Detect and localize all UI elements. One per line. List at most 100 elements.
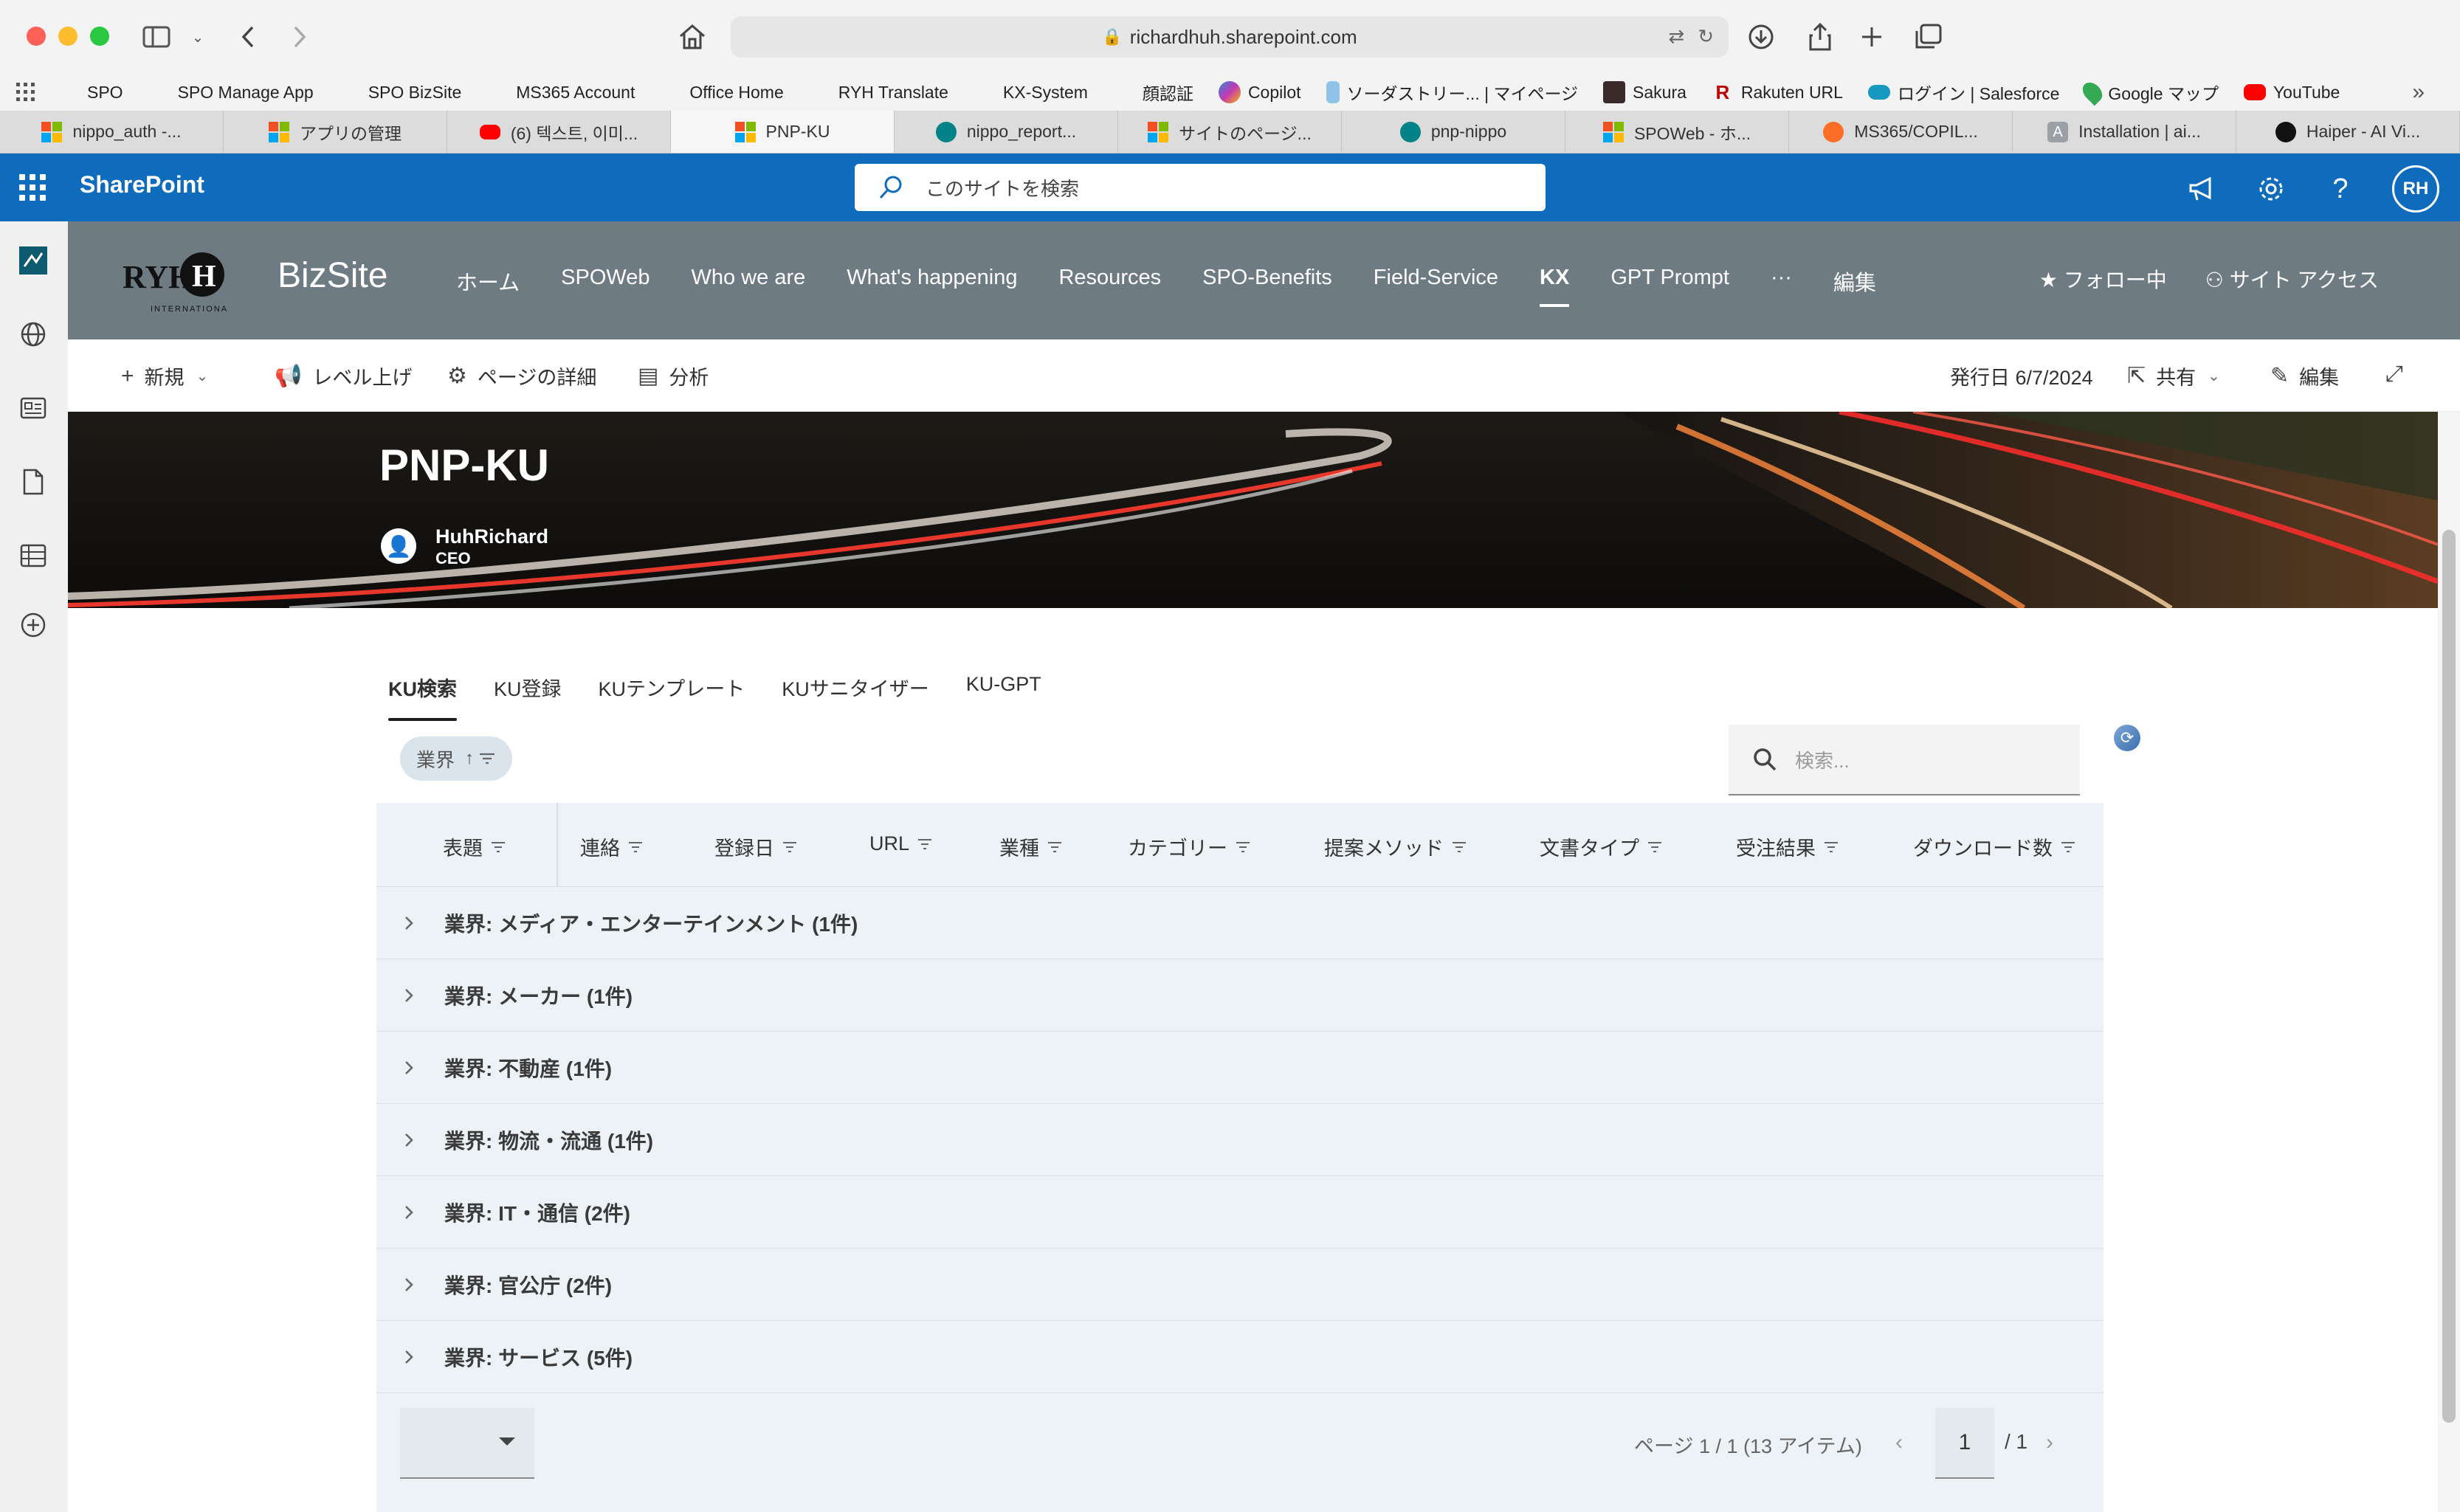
column-header-category[interactable]: カテゴリー <box>1128 832 1251 861</box>
back-arrow-icon[interactable] <box>232 21 264 53</box>
globe-icon[interactable] <box>16 317 50 351</box>
bookmark-item[interactable]: ログイン | Salesforce <box>1867 80 2059 105</box>
megaphone-icon[interactable] <box>2184 171 2219 207</box>
share-button[interactable]: ⇱ 共有 ⌄ <box>2127 362 2220 390</box>
chevron-right-icon[interactable] <box>400 914 418 932</box>
follow-button[interactable]: ★ フォロー中 <box>2039 264 2167 294</box>
site-logo[interactable]: RYH H INTERNATIONAL <box>123 242 232 317</box>
news-icon[interactable] <box>16 391 50 425</box>
browser-tab[interactable]: A Installation | ai... <box>2013 111 2236 153</box>
column-header-url[interactable]: URL <box>869 832 933 855</box>
tab-overview-icon[interactable] <box>1912 21 1944 53</box>
nav-more-button[interactable]: ··· <box>1771 266 1792 297</box>
nav-item-whats-happening[interactable]: What's happening <box>847 266 1017 297</box>
nav-edit-link[interactable]: 編集 <box>1833 266 1876 297</box>
browser-tab[interactable]: アプリの管理 <box>224 111 447 153</box>
nav-item-who-we-are[interactable]: Who we are <box>692 266 806 297</box>
group-row[interactable]: 業界: IT・通信 (2件) <box>376 1176 2104 1249</box>
group-row[interactable]: 業界: 官公庁 (2件) <box>376 1249 2104 1321</box>
tab-ku-search[interactable]: KU検索 <box>388 673 457 721</box>
browser-tab[interactable]: Haiper - AI Vi... <box>2236 111 2460 153</box>
bookmark-item[interactable]: ソーダストリー... | マイページ <box>1326 80 1578 105</box>
browser-tab[interactable]: pnp-nippo <box>1342 111 1565 153</box>
site-name[interactable]: BizSite <box>278 255 387 296</box>
edit-button[interactable]: ✎ 編集 <box>2270 362 2339 390</box>
chevron-right-icon[interactable] <box>400 1276 418 1294</box>
address-bar[interactable]: 🔒 richardhuh.sharepoint.com ⇄ ↻ <box>731 16 1729 58</box>
tab-ku-gpt[interactable]: KU-GPT <box>966 673 1041 721</box>
sidebar-toggle-icon[interactable] <box>140 21 173 53</box>
column-header-industry-type[interactable]: 業種 <box>999 832 1063 861</box>
new-tab-icon[interactable] <box>1856 21 1888 53</box>
next-page-icon[interactable]: › <box>2046 1430 2053 1455</box>
page-size-dropdown[interactable] <box>400 1408 534 1479</box>
group-row[interactable]: 業界: 不動産 (1件) <box>376 1032 2104 1104</box>
list-search-input[interactable]: 検索... <box>1729 725 2080 795</box>
apps-grid-icon[interactable] <box>16 83 35 102</box>
add-circle-icon[interactable] <box>16 608 50 642</box>
column-header-document-type[interactable]: 文書タイプ <box>1540 832 1663 861</box>
column-header-registered-date[interactable]: 登録日 <box>714 832 798 861</box>
browser-tab[interactable]: サイトのページ... <box>1118 111 1342 153</box>
browser-tab[interactable]: SPOWeb - ホ... <box>1565 111 1789 153</box>
column-header-contact[interactable]: 連絡 <box>580 832 644 861</box>
app-name[interactable]: SharePoint <box>80 171 204 199</box>
group-row[interactable]: 業界: 物流・流通 (1件) <box>376 1104 2104 1176</box>
more-bookmarks-icon[interactable]: » <box>2412 80 2425 105</box>
bookmark-item[interactable]: R Rakuten URL <box>1712 81 1843 103</box>
chevron-right-icon[interactable] <box>400 1059 418 1077</box>
chevron-right-icon[interactable] <box>400 1348 418 1366</box>
group-row[interactable]: 業界: メディア・エンターテインメント (1件) <box>376 887 2104 959</box>
tab-ku-template[interactable]: KUテンプレート <box>599 673 745 721</box>
group-row[interactable]: 業界: サービス (5件) <box>376 1321 2104 1393</box>
browser-tab[interactable]: nippo_report... <box>895 111 1118 153</box>
page-number-input[interactable]: 1 <box>1935 1408 1994 1479</box>
chevron-down-icon[interactable]: ⌄ <box>182 21 214 53</box>
column-header-proposal-method[interactable]: 提案メソッド <box>1324 832 1467 861</box>
page-details-button[interactable]: ⚙ ページの詳細 <box>447 362 596 390</box>
bookmark-item[interactable]: SPO BizSite <box>339 81 462 103</box>
app-launcher-icon[interactable] <box>19 174 46 201</box>
help-icon[interactable]: ? <box>2323 171 2358 207</box>
minimize-window-button[interactable] <box>58 27 77 46</box>
group-row[interactable]: 業界: メーカー (1件) <box>376 959 2104 1032</box>
translate-icon[interactable]: ⇄ <box>1668 25 1684 48</box>
analytics-button[interactable]: ▤ 分析 <box>638 362 709 390</box>
nav-item-resources[interactable]: Resources <box>1058 266 1161 297</box>
bookmark-item[interactable]: Sakura <box>1603 81 1686 103</box>
bookmark-item[interactable]: YouTube <box>2243 83 2340 103</box>
browser-tab[interactable]: (6) 텍스트, 이미... <box>447 111 671 153</box>
refresh-icon[interactable]: ⟳ <box>2114 725 2140 751</box>
bookmark-item[interactable]: Copilot <box>1218 81 1301 103</box>
bookmark-item[interactable]: 顔認証 <box>1113 80 1193 105</box>
bookmark-item[interactable]: RYH Translate <box>809 81 948 103</box>
list-icon[interactable] <box>16 539 50 573</box>
site-home-icon[interactable] <box>16 244 50 277</box>
tab-ku-sanitizer[interactable]: KUサニタイザー <box>782 673 929 721</box>
download-icon[interactable] <box>1745 21 1777 53</box>
user-avatar[interactable]: RH <box>2392 165 2439 213</box>
bookmark-item[interactable]: SPO <box>58 81 123 103</box>
close-window-button[interactable] <box>27 27 46 46</box>
forward-arrow-icon[interactable] <box>283 21 316 53</box>
nav-item-spo-benefits[interactable]: SPO-Benefits <box>1202 266 1332 297</box>
nav-item-home[interactable]: ホーム <box>456 266 520 297</box>
share-icon[interactable] <box>1804 21 1836 53</box>
chevron-right-icon[interactable] <box>400 1131 418 1149</box>
column-header-order-result[interactable]: 受注結果 <box>1736 832 1839 861</box>
scrollbar-thumb[interactable] <box>2442 530 2456 1423</box>
column-header-title[interactable]: 表題 <box>443 832 506 861</box>
promote-button[interactable]: 📢 レベル上げ <box>275 362 412 390</box>
nav-item-field-service[interactable]: Field-Service <box>1374 266 1498 297</box>
page-scrollbar[interactable] <box>2438 412 2460 1512</box>
home-icon[interactable] <box>676 21 709 53</box>
tab-ku-register[interactable]: KU登録 <box>494 673 562 721</box>
column-divider[interactable] <box>557 803 558 887</box>
page-author[interactable]: 👤 HuhRichard CEO <box>381 524 548 568</box>
nav-item-spoweb[interactable]: SPOWeb <box>561 266 650 297</box>
nav-item-kx[interactable]: KX <box>1540 266 1570 307</box>
bookmark-item[interactable]: Google マップ <box>2079 78 2219 106</box>
gear-icon[interactable] <box>2253 171 2289 207</box>
browser-tab[interactable]: nippo_auth -... <box>0 111 224 153</box>
bookmark-item[interactable]: Office Home <box>660 81 783 103</box>
